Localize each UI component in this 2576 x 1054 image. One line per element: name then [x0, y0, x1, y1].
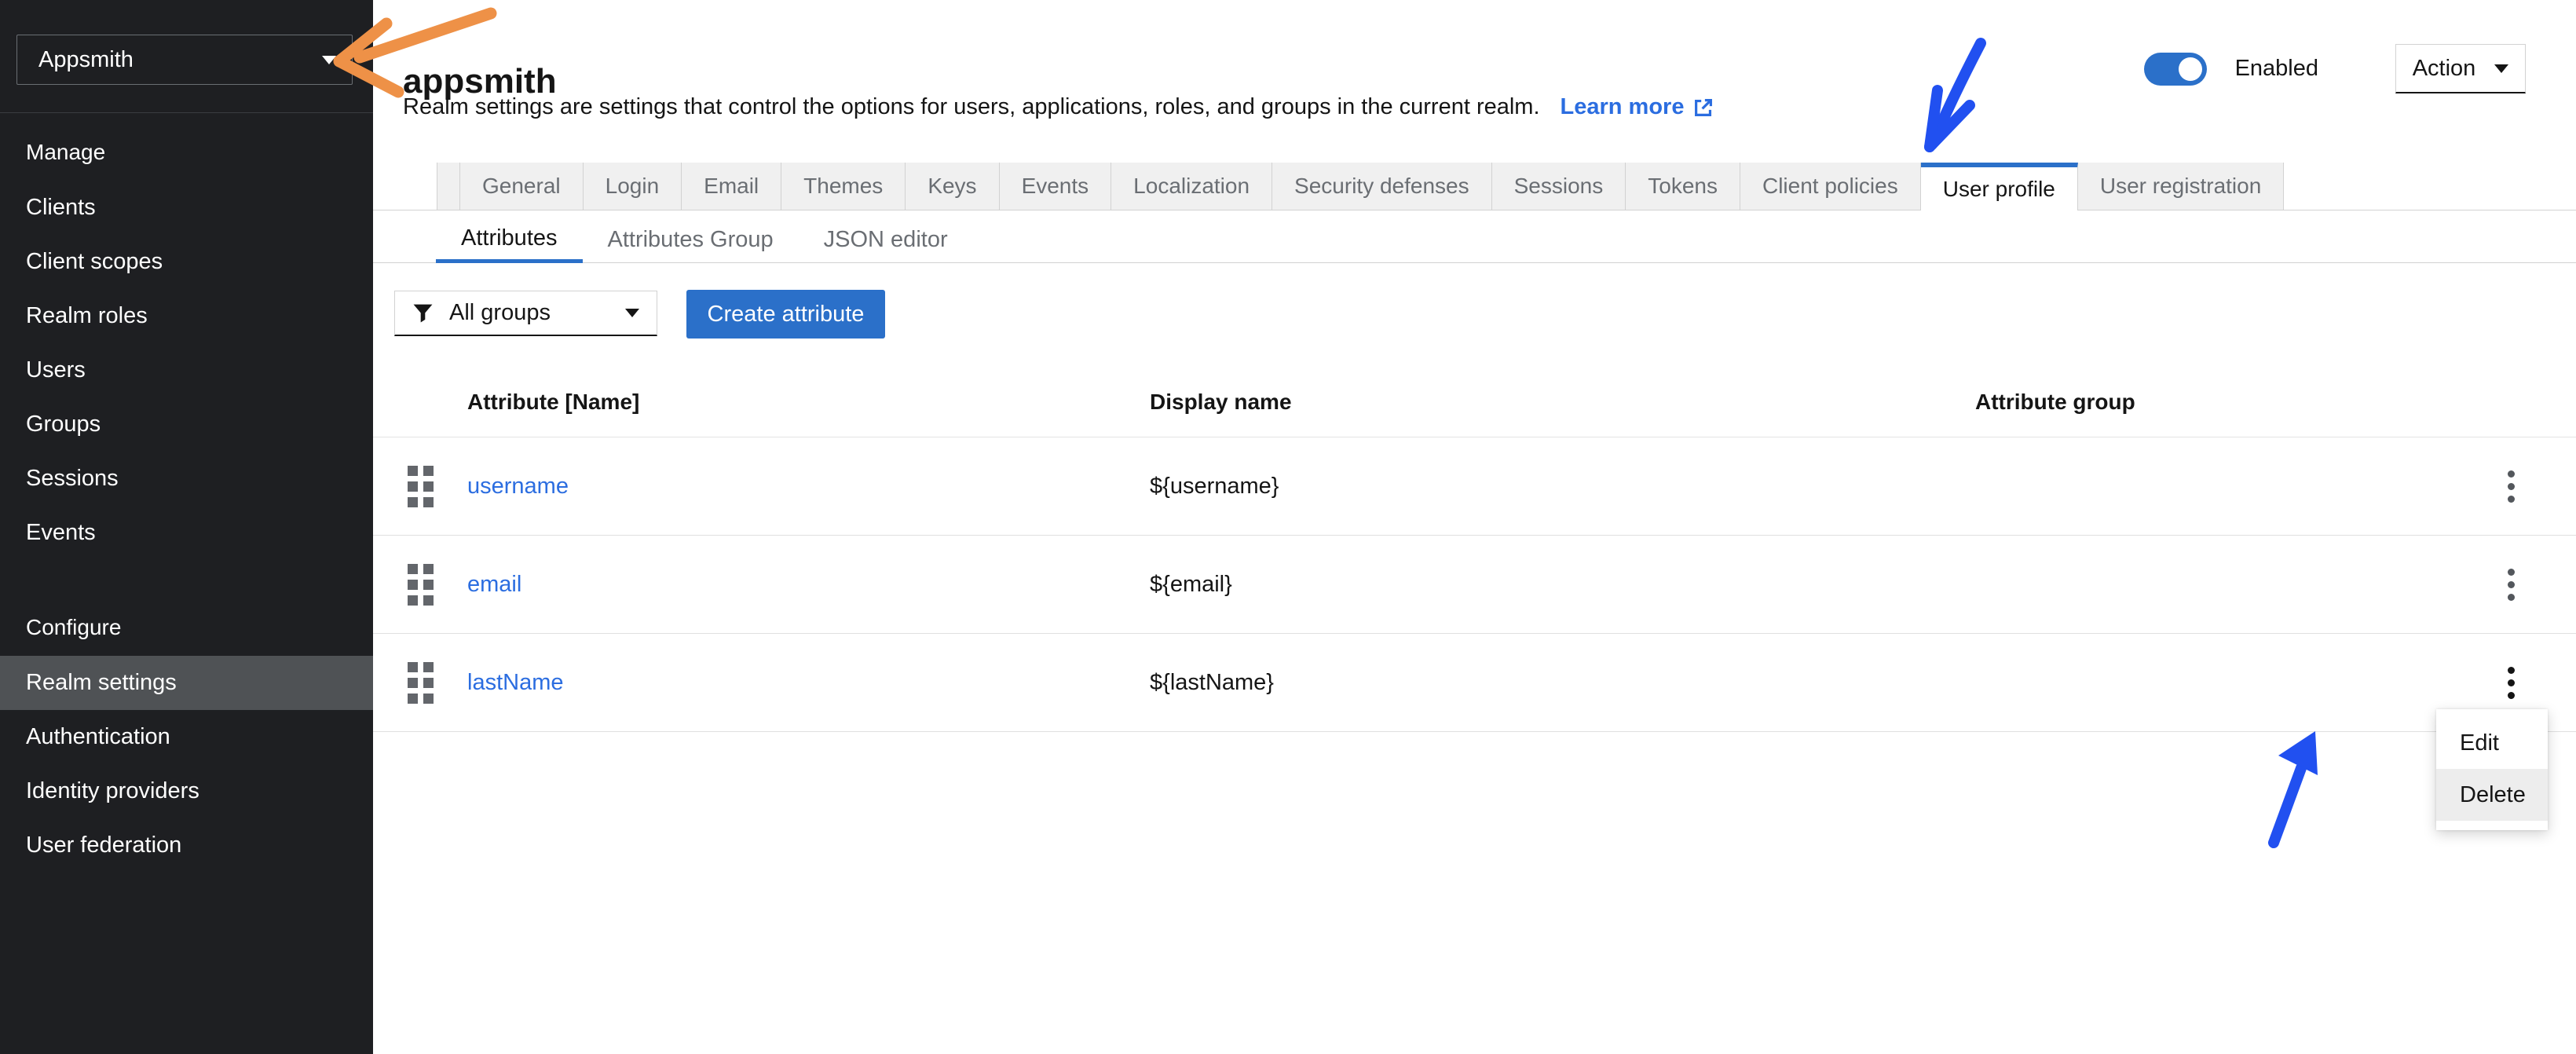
row-actions-context-menu: Edit Delete [2436, 709, 2548, 830]
learn-more-link[interactable]: Learn more [1561, 94, 1716, 120]
group-filter-dropdown[interactable]: All groups [394, 291, 657, 336]
realm-selector-label: Appsmith [38, 46, 134, 72]
menu-item-delete[interactable]: Delete [2436, 769, 2548, 821]
learn-more-label: Learn more [1560, 94, 1685, 119]
chevron-down-icon [625, 309, 639, 317]
sidebar-item-events[interactable]: Events [0, 506, 373, 560]
external-link-icon [1695, 98, 1713, 116]
main-content: appsmith Realm settings are settings tha… [373, 0, 2576, 1054]
tab-client-policies[interactable]: Client policies [1740, 163, 1921, 210]
drag-handle-icon[interactable] [408, 661, 434, 704]
realm-description: Realm settings are settings that control… [403, 94, 1540, 119]
sidebar-item-sessions[interactable]: Sessions [0, 452, 373, 506]
tab-general[interactable]: General [460, 163, 584, 210]
row-handle-cell [373, 563, 467, 606]
tab-login[interactable]: Login [583, 163, 682, 210]
sidebar-item-groups[interactable]: Groups [0, 397, 373, 452]
tab-user-registration[interactable]: User registration [2077, 163, 2285, 210]
drag-handle-icon[interactable] [408, 563, 434, 606]
sidebar-item-identity-providers[interactable]: Identity providers [0, 764, 373, 818]
realm-controls: Enabled Action [2143, 44, 2526, 93]
nav-gap [0, 560, 373, 599]
chevron-down-icon [322, 55, 336, 64]
row-kebab-menu-button[interactable] [2494, 466, 2528, 507]
tabstrip-spacer [437, 163, 460, 210]
table-row: username ${username} [373, 437, 2576, 536]
toggle-knob [2178, 57, 2202, 81]
column-header-attribute-name: Attribute [Name] [467, 390, 640, 414]
action-label: Action [2412, 55, 2476, 81]
attribute-name-link[interactable]: username [467, 474, 1150, 500]
attribute-name-link[interactable]: email [467, 572, 1150, 598]
create-attribute-button[interactable]: Create attribute [686, 290, 885, 339]
sidebar-item-authentication[interactable]: Authentication [0, 710, 373, 764]
tab-events[interactable]: Events [999, 163, 1112, 210]
enabled-label: Enabled [2234, 56, 2318, 81]
menu-item-edit[interactable]: Edit [2436, 717, 2548, 769]
row-kebab-menu-button[interactable] [2494, 564, 2528, 606]
sidebar-divider [0, 112, 373, 113]
realm-settings-tabs: General Login Email Themes Keys Events L… [373, 163, 2576, 210]
nav-section-configure: Configure [26, 615, 122, 639]
sidebar-item-client-scopes[interactable]: Client scopes [0, 235, 373, 289]
subtab-json-editor[interactable]: JSON editor [799, 217, 973, 262]
tab-sessions[interactable]: Sessions [1491, 163, 1626, 210]
column-header-attribute-group: Attribute group [1975, 390, 2135, 414]
sidebar-item-user-federation[interactable]: User federation [0, 818, 373, 873]
row-handle-cell [373, 661, 467, 704]
attribute-name-link[interactable]: lastName [467, 670, 1150, 696]
enabled-toggle[interactable] [2143, 52, 2207, 86]
tab-security-defenses[interactable]: Security defenses [1272, 163, 1492, 210]
realm-selector-dropdown[interactable]: Appsmith [16, 35, 353, 85]
column-header-display-name: Display name [1150, 390, 1292, 414]
attributes-table: Attribute [Name] Display name Attribute … [373, 368, 2576, 732]
sidebar-item-realm-roles[interactable]: Realm roles [0, 289, 373, 343]
sidebar-nav: Manage Clients Client scopes Realm roles… [0, 124, 373, 873]
realm-description-row: Realm settings are settings that control… [403, 94, 1715, 120]
table-header-row: Attribute [Name] Display name Attribute … [373, 368, 2576, 437]
tab-email[interactable]: Email [682, 163, 782, 210]
subtab-attributes-group[interactable]: Attributes Group [583, 217, 799, 262]
nav-section-manage: Manage [26, 140, 106, 164]
table-row: email ${email} [373, 536, 2576, 634]
attribute-display-name: ${email} [1150, 571, 1232, 597]
tab-keys[interactable]: Keys [906, 163, 1000, 210]
tab-themes[interactable]: Themes [781, 163, 906, 210]
action-dropdown[interactable]: Action [2395, 44, 2526, 93]
sidebar-item-users[interactable]: Users [0, 343, 373, 397]
table-row: lastName ${lastName} [373, 634, 2576, 732]
group-filter-value: All groups [449, 300, 551, 325]
filter-icon [413, 304, 433, 323]
tab-tokens[interactable]: Tokens [1626, 163, 1740, 210]
sidebar-item-clients[interactable]: Clients [0, 181, 373, 235]
sidebar: Appsmith Manage Clients Client scopes Re… [0, 0, 373, 1054]
sidebar-item-realm-settings[interactable]: Realm settings [0, 656, 373, 710]
subtab-attributes[interactable]: Attributes [436, 217, 583, 263]
user-profile-subtabs: Attributes Attributes Group JSON editor [373, 217, 2576, 263]
row-handle-cell [373, 465, 467, 507]
attribute-display-name: ${lastName} [1150, 669, 1274, 695]
tab-user-profile[interactable]: User profile [1920, 163, 2078, 210]
attribute-display-name: ${username} [1150, 473, 1279, 499]
drag-handle-icon[interactable] [408, 465, 434, 507]
chevron-down-icon [2494, 64, 2509, 73]
row-kebab-menu-button-open[interactable] [2494, 662, 2528, 704]
tab-localization[interactable]: Localization [1111, 163, 1273, 210]
